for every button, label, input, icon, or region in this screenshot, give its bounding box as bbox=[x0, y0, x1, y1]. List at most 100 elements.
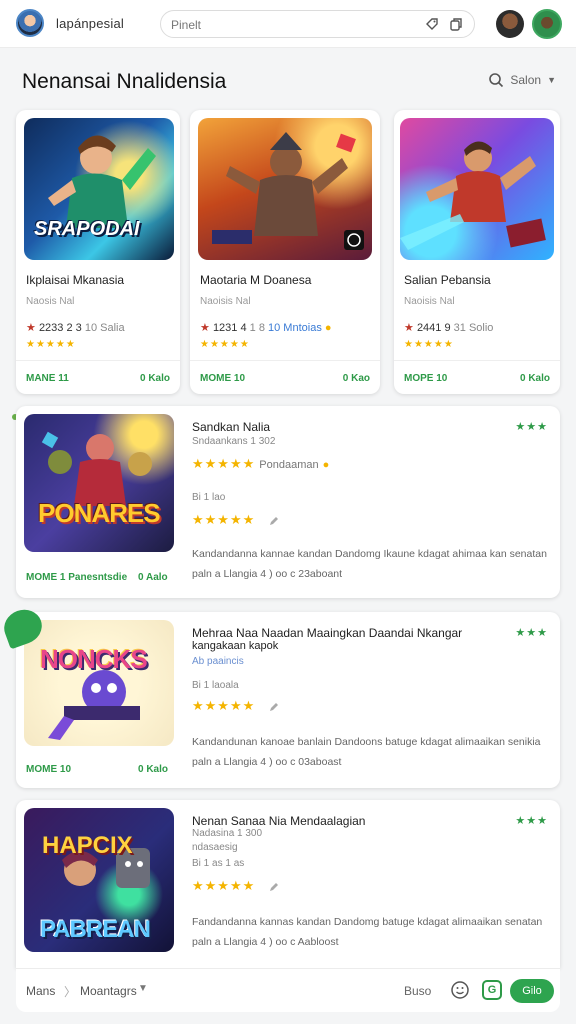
game-thumbnail[interactable]: SRAPODAI bbox=[24, 118, 174, 260]
game-meta: Bi 1 as 1 as bbox=[192, 858, 245, 869]
coin-icon: ● bbox=[324, 322, 332, 334]
star-rating-secondary: ★★★★★ bbox=[192, 698, 280, 714]
search-input[interactable]: Pinelt bbox=[171, 18, 201, 32]
game-card[interactable]: Salian Pebansia Naoisis Nal ★ 2441 9 31 … bbox=[394, 110, 560, 394]
card-footer: MOME 10 0 Kao bbox=[190, 360, 380, 394]
game-thumbnail[interactable]: NONCKS bbox=[24, 620, 174, 746]
game-logo-text: PONARES bbox=[38, 498, 161, 528]
rating-value: 2233 2 3 bbox=[38, 322, 82, 334]
star-icon: ★ bbox=[404, 322, 414, 334]
hero-illustration bbox=[41, 431, 152, 506]
green-rating: ★★★ bbox=[515, 421, 548, 433]
game-thumbnail[interactable] bbox=[198, 118, 372, 260]
price-label[interactable]: 0 Kalo bbox=[520, 373, 550, 384]
game-thumbnail[interactable]: PONARES bbox=[24, 414, 174, 552]
coin-icon: ● bbox=[322, 459, 330, 471]
edit-icon[interactable] bbox=[268, 515, 280, 527]
developer-label[interactable]: Pondaaman bbox=[259, 459, 318, 471]
game-description: Kandandunan kanoae banlain Dandoons batu… bbox=[192, 736, 541, 768]
star-rating: ★★★★★ bbox=[26, 339, 76, 350]
price-label[interactable]: 0 Kao bbox=[343, 373, 370, 384]
game-subtitle: Nadasina 1 300 bbox=[192, 828, 263, 839]
game-subtitle: Naoisis Nal bbox=[404, 296, 455, 307]
game-thumbnail[interactable] bbox=[400, 118, 554, 260]
game-subtitle[interactable]: Ab paaincis bbox=[192, 656, 244, 667]
rating-value: 1231 4 bbox=[212, 322, 247, 334]
tag-icon[interactable] bbox=[424, 16, 440, 32]
star-rating: ★★★★★ bbox=[200, 339, 250, 350]
game-card[interactable]: Maotaria M Doanesa Naoisis Nal ★ 1231 4 … bbox=[190, 110, 380, 394]
price-label[interactable]: 0 Kalo bbox=[140, 373, 170, 384]
game-card[interactable]: SRAPODAI Ikplaisai Mkanasia Naosis Nal ★… bbox=[16, 110, 180, 394]
rating-row: ★ 2441 9 31 Solio bbox=[404, 321, 493, 334]
install-button[interactable]: MOME 1 Panesntsdie bbox=[26, 572, 127, 583]
account-avatar[interactable] bbox=[532, 9, 562, 39]
section-tools: Salon ▼ bbox=[488, 72, 556, 88]
star-rating-secondary: ★★★★★ bbox=[192, 512, 280, 528]
breadcrumb-home[interactable]: Mans bbox=[26, 984, 55, 998]
browse-link[interactable]: Buso bbox=[404, 984, 431, 998]
game-subtitle-2: ndasaesig bbox=[192, 842, 238, 853]
rating-link[interactable]: 10 Mntoias bbox=[268, 322, 322, 334]
search-bar[interactable]: Pinelt bbox=[160, 10, 475, 38]
edit-icon[interactable] bbox=[268, 701, 280, 713]
star-rating-secondary: ★★★★★ bbox=[192, 878, 280, 894]
card-footer: MOPE 10 0 Kalo bbox=[394, 360, 560, 394]
card-footer: MANE 11 0 Kalo bbox=[16, 360, 180, 394]
chevron-down-icon[interactable]: ▼ bbox=[138, 983, 148, 994]
game-list-item[interactable]: NONCKS Mehraa Naa Naadan Maaingkan Daand… bbox=[16, 612, 560, 788]
install-button[interactable]: MOME 10 bbox=[200, 373, 245, 384]
breadcrumb-current[interactable]: Moantagrs bbox=[80, 984, 137, 998]
game-subtitle: Naoisis Nal bbox=[200, 296, 251, 307]
game-title[interactable]: Nenan Sanaa Nia Mendaalagian bbox=[192, 814, 365, 828]
game-meta: Bi 1 laoala bbox=[192, 680, 239, 691]
bottom-bar: Mans 〉 Moantagrs ▼ Buso G Gilo bbox=[16, 968, 560, 1012]
game-description: Fandandanna kannas kandan Dandomg batuge… bbox=[192, 916, 543, 948]
search-icon[interactable] bbox=[488, 72, 504, 88]
edit-icon[interactable] bbox=[268, 881, 280, 893]
game-logo-text: NONCKS bbox=[40, 644, 148, 674]
g-icon[interactable]: G bbox=[482, 980, 502, 1000]
rating-row: ★ 2233 2 3 10 Salia bbox=[26, 321, 125, 334]
rating-count: 31 Solio bbox=[453, 322, 494, 334]
price-label[interactable]: 0 Kalo bbox=[138, 764, 168, 775]
rating-count: 10 Salia bbox=[84, 322, 125, 334]
rating-count: 1 8 bbox=[249, 322, 265, 334]
game-list-item[interactable]: PONARES Sandkan Nalia Sndaankans 1 302 ★… bbox=[16, 406, 560, 598]
rating-value: 2441 9 bbox=[416, 322, 451, 334]
green-rating: ★★★ bbox=[515, 627, 548, 639]
game-title[interactable]: Maotaria M Doanesa bbox=[200, 273, 311, 287]
game-subtitle: Sndaankans 1 302 bbox=[192, 436, 276, 447]
game-subtitle: Naosis Nal bbox=[26, 296, 75, 307]
smiley-icon[interactable] bbox=[450, 980, 470, 1000]
app-name: lapánpesial bbox=[56, 16, 124, 31]
sort-label[interactable]: Salon bbox=[510, 73, 541, 87]
star-icon: ★ bbox=[26, 322, 36, 334]
profile-avatar[interactable] bbox=[496, 10, 524, 38]
game-thumbnail[interactable]: HAPCIX PABREAN bbox=[24, 808, 174, 952]
go-button[interactable]: Gilo bbox=[510, 979, 554, 1003]
game-logo-text-top: HAPCIX bbox=[42, 832, 133, 859]
top-bar: lapánpesial Pinelt bbox=[0, 0, 576, 48]
star-rating: ★★★★★ bbox=[404, 339, 454, 350]
game-title[interactable]: Ikplaisai Mkanasia bbox=[26, 273, 124, 287]
rating-row: ★ 1231 4 1 8 10 Mntoias ● bbox=[200, 321, 332, 334]
hero-illustration bbox=[48, 670, 140, 740]
game-title[interactable]: Salian Pebansia bbox=[404, 273, 491, 287]
install-button[interactable]: MANE 11 bbox=[26, 373, 69, 384]
chevron-down-icon[interactable]: ▼ bbox=[547, 75, 556, 85]
user-avatar[interactable] bbox=[16, 9, 44, 37]
breadcrumb-separator: 〉 bbox=[64, 985, 77, 999]
price-label[interactable]: 0 Aalo bbox=[138, 572, 168, 583]
game-title[interactable]: Sandkan Nalia bbox=[192, 420, 270, 434]
hero-illustration bbox=[212, 132, 364, 250]
game-logo-text: PABREAN bbox=[40, 916, 151, 943]
install-button[interactable]: MOME 10 bbox=[26, 764, 71, 775]
section-title: Nenansai Nnalidensia bbox=[22, 70, 227, 93]
game-title-line2: kangakaan kapok bbox=[192, 640, 279, 652]
copy-icon[interactable] bbox=[448, 16, 464, 32]
game-list-item[interactable]: HAPCIX PABREAN Nenan Sanaa Nia Mendaalag… bbox=[16, 800, 560, 968]
game-title[interactable]: Mehraa Naa Naadan Maaingkan Daandai Nkan… bbox=[192, 626, 462, 640]
install-button[interactable]: MOPE 10 bbox=[404, 373, 447, 384]
star-rating: ★★★★★ Pondaaman ● bbox=[192, 456, 330, 471]
